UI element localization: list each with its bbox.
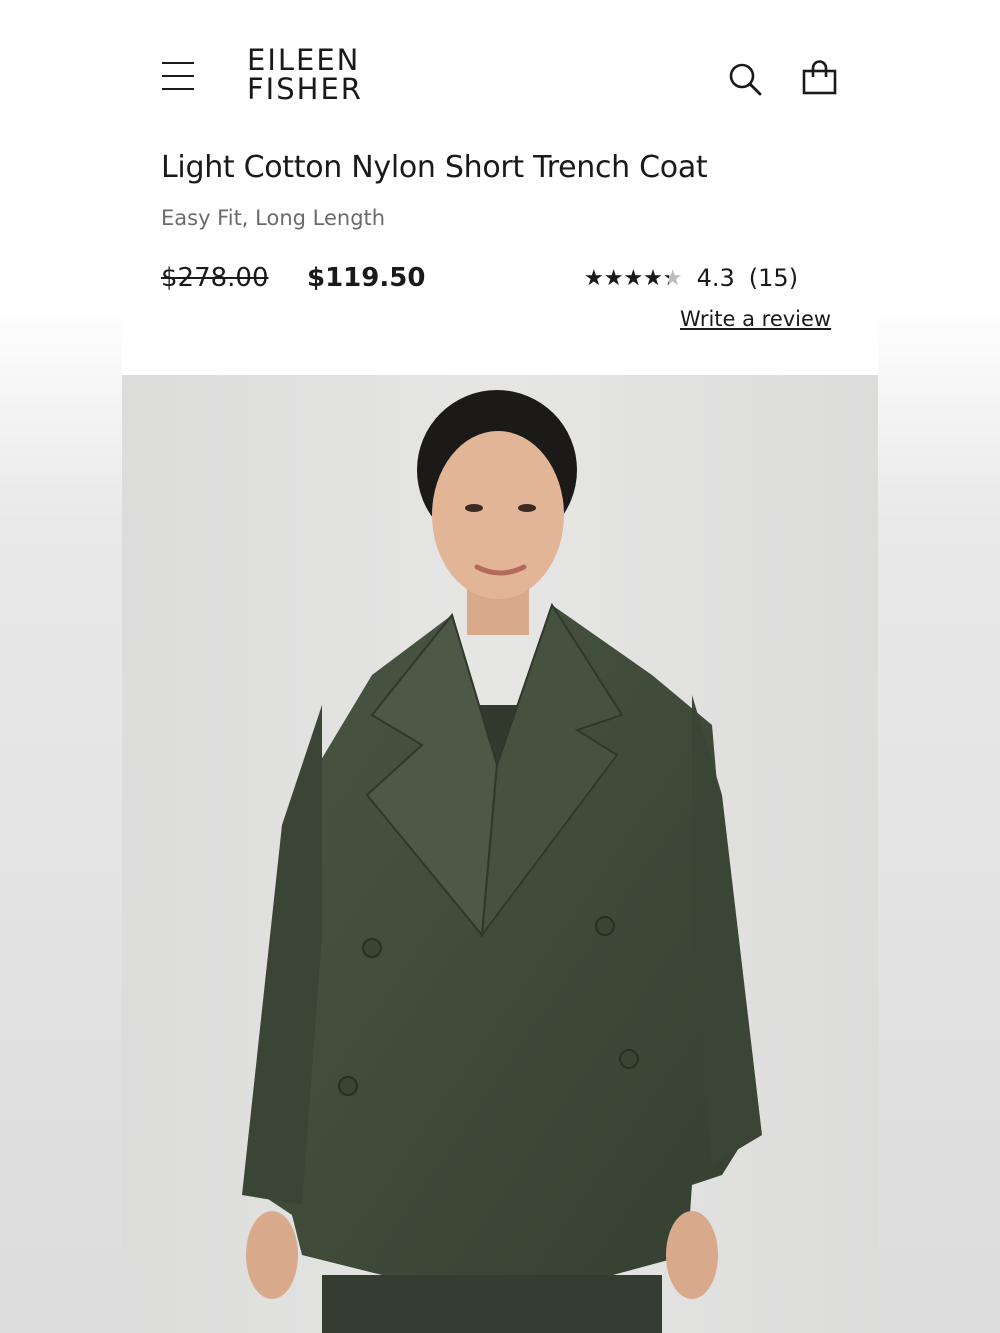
product-page: EILEEN FISHER Light Cotton Nylon Short T… [122, 0, 878, 1333]
original-price: $278.00 [161, 263, 269, 293]
menu-bar [162, 75, 194, 77]
site-header: EILEEN FISHER [122, 0, 878, 140]
search-icon [729, 63, 762, 96]
rating-count: (15) [748, 264, 799, 292]
brand-logo[interactable]: EILEEN FISHER [247, 46, 363, 104]
brand-line-1: EILEEN [247, 43, 361, 77]
shopping-bag-icon [802, 60, 837, 95]
hamburger-menu-icon[interactable] [162, 60, 194, 92]
star-rating-icon: ★★★★★ ★★★★★ [584, 266, 683, 291]
shopping-bag-button[interactable] [800, 60, 840, 100]
rating-summary[interactable]: ★★★★★ ★★★★★ 4.3 (15) [584, 263, 798, 293]
model-wearing-coat-image [122, 375, 878, 1333]
stars-filled: ★★★★★ [584, 265, 669, 291]
rating-value: 4.3 [696, 264, 735, 292]
brand-line-2: FISHER [247, 72, 363, 106]
write-review-link[interactable]: Write a review [680, 307, 831, 331]
menu-bar [162, 62, 194, 64]
product-title: Light Cotton Nylon Short Trench Coat [161, 150, 708, 185]
sale-price: $119.50 [307, 263, 426, 293]
product-subtitle: Easy Fit, Long Length [161, 206, 386, 230]
menu-bar [162, 88, 194, 90]
product-image[interactable] [122, 375, 878, 1333]
search-button[interactable] [726, 60, 766, 100]
